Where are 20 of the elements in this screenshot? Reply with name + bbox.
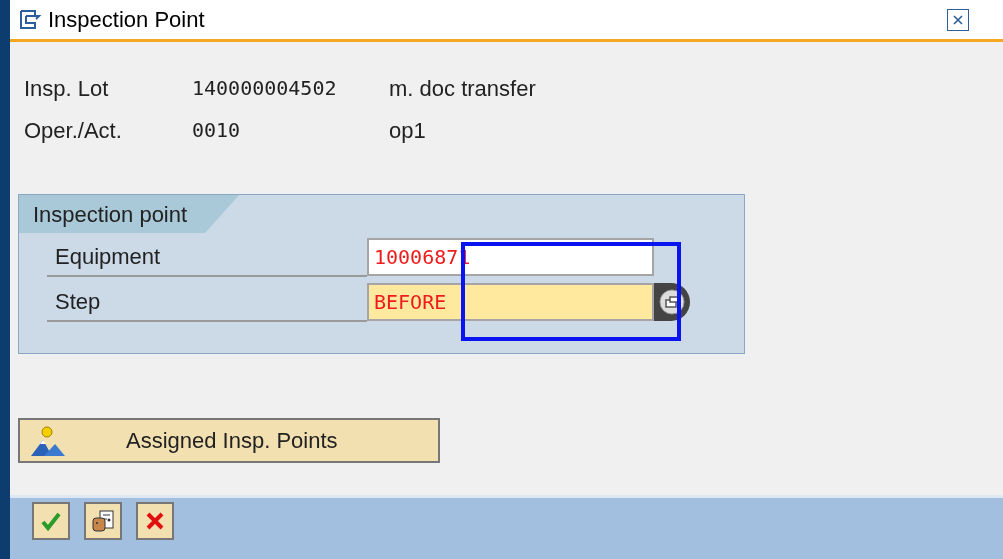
confirm-button[interactable]	[32, 502, 70, 540]
mountain-sun-icon	[30, 424, 66, 457]
window-icon	[18, 8, 44, 31]
group-title: Inspection point	[19, 195, 240, 233]
close-icon	[952, 13, 964, 26]
field-label: Insp. Lot	[24, 74, 110, 103]
close-button[interactable]	[947, 8, 969, 31]
document-face-icon	[90, 508, 116, 534]
field-value: 0010	[192, 117, 242, 144]
input-field[interactable]: BEFORE	[367, 283, 654, 321]
assigned-insp-points-button[interactable]: Assigned Insp. Points	[18, 418, 440, 463]
field-label: Step	[54, 287, 101, 316]
document-face-button[interactable]	[84, 502, 122, 540]
window-title: Inspection Point	[48, 6, 205, 34]
cancel-button[interactable]	[136, 502, 174, 540]
field-description: m. doc transfer	[389, 74, 536, 103]
field-label: Oper./Act.	[24, 116, 123, 145]
field-value: 140000004502	[192, 75, 338, 102]
field-description: op1	[389, 116, 426, 145]
field-label: Equipment	[54, 242, 161, 271]
